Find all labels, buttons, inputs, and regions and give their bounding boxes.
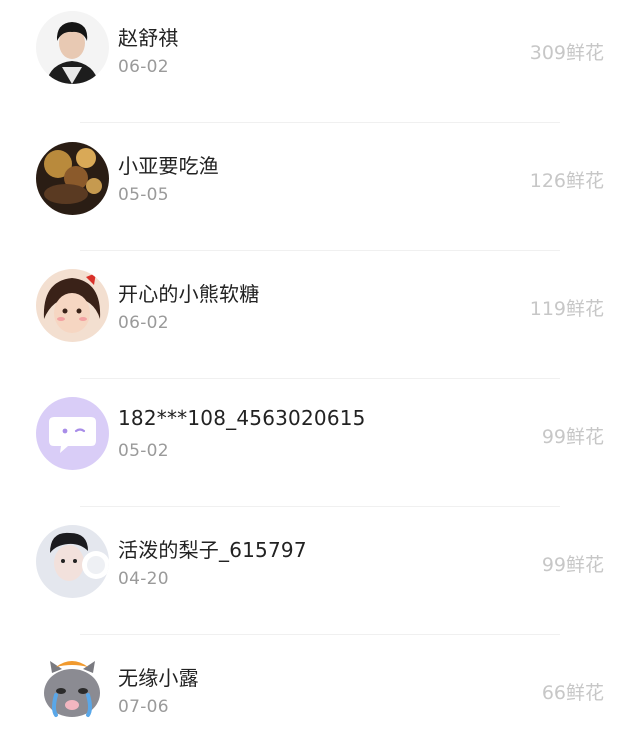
user-name[interactable]: 赵舒祺 [118,22,179,51]
chat-bubble-avatar-icon[interactable] [36,397,109,470]
date-label: 06-02 [118,57,169,77]
user-name[interactable]: 无缘小露 [118,662,199,691]
person-photo-avatar-icon[interactable] [36,11,109,84]
list-item[interactable]: 开心的小熊软糖 06-02 119鲜花 [0,256,640,384]
user-name[interactable]: 小亚要吃渔 [118,150,219,179]
list-item[interactable]: 182***108_4563020615 05-02 99鲜花 [0,384,640,512]
flower-count: 309鲜花 [529,42,604,64]
date-label: 04-20 [118,569,169,589]
flower-ranking-list: 赵舒祺 06-02 309鲜花 小亚要吃渔 05-05 126鲜花 开心的小熊软… [0,0,640,746]
divider [80,506,560,507]
user-name[interactable]: 开心的小熊软糖 [118,278,259,307]
cartoon-girl-avatar-icon[interactable] [36,269,109,342]
list-item[interactable]: 小亚要吃渔 05-05 126鲜花 [0,128,640,256]
list-item[interactable]: 赵舒祺 06-02 309鲜花 [0,0,640,128]
flower-count: 99鲜花 [541,426,604,448]
flower-count: 99鲜花 [541,554,604,576]
flower-count: 119鲜花 [529,298,604,320]
flower-count: 66鲜花 [541,682,604,704]
flower-count: 126鲜花 [529,170,604,192]
divider [80,250,560,251]
person-headphones-avatar-icon[interactable] [36,525,109,598]
list-item[interactable]: 活泼的梨子_615797 04-20 99鲜花 [0,512,640,640]
date-label: 05-05 [118,185,169,205]
date-label: 05-02 [118,441,169,461]
date-label: 07-06 [118,697,169,717]
crying-cat-avatar-icon[interactable] [36,653,109,726]
user-name[interactable]: 活泼的梨子_615797 [118,534,307,563]
divider [80,122,560,123]
dark-photo-avatar-icon[interactable] [36,142,109,215]
list-item[interactable]: 无缘小露 07-06 66鲜花 [0,640,640,746]
user-name[interactable]: 182***108_4563020615 [118,406,366,430]
divider [80,378,560,379]
divider [80,634,560,635]
date-label: 06-02 [118,313,169,333]
